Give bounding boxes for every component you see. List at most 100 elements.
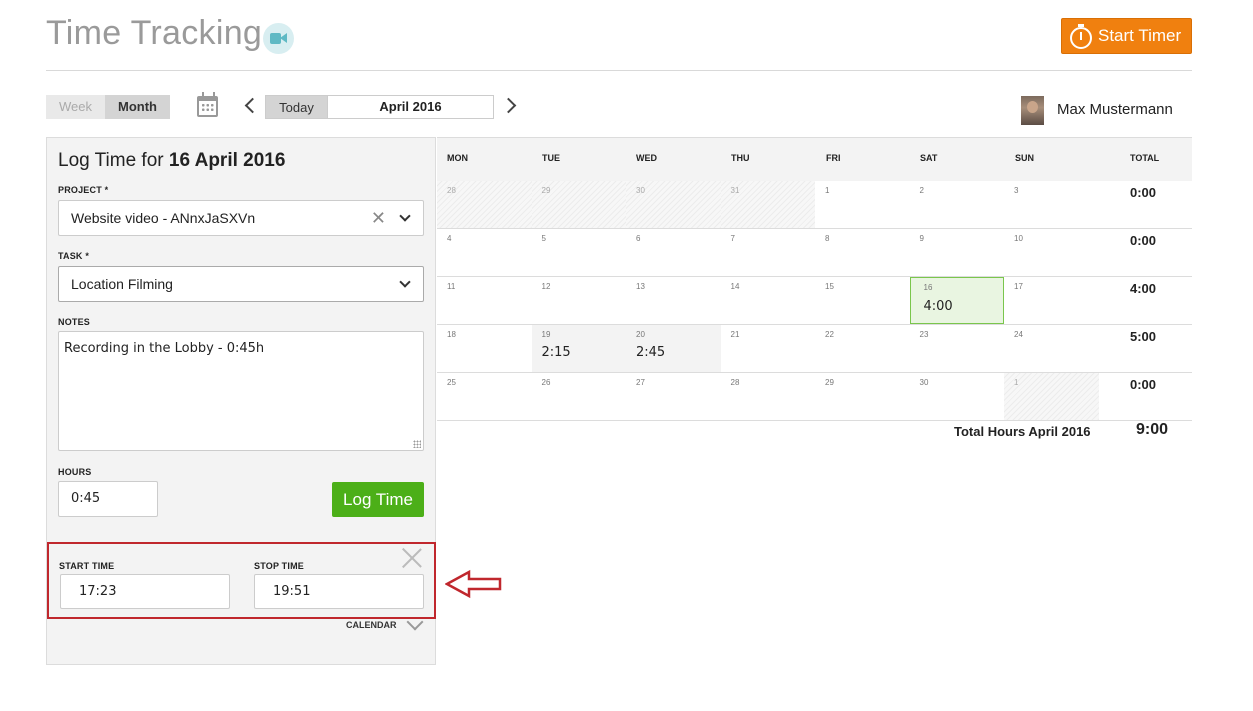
start-timer-button[interactable]: Start Timer [1061,18,1192,54]
view-week-button[interactable]: Week [46,95,105,119]
avatar[interactable] [1021,96,1044,125]
log-time-title-prefix: Log Time for [58,150,169,171]
calendar-week-row: 18 19 2:15 20 2:45 21 22 23 24 5:00 [437,325,1192,373]
calendar-week-row: 11 12 13 14 15 16 4:00 17 4:00 [437,277,1192,325]
calendar-day-cell[interactable]: 30 [910,373,1005,420]
calendar-day-cell[interactable]: 29 [531,181,626,228]
day-number: 21 [730,330,740,339]
chevron-left-icon[interactable] [243,96,261,116]
day-number: 30 [636,186,645,195]
day-number: 3 [1014,186,1019,195]
calendar-day-cell[interactable]: 25 [437,373,532,420]
calendar-day-cell[interactable]: 4 [437,229,532,276]
calendar-day-cell[interactable]: 3 [1004,181,1099,228]
calendar-day-cell[interactable]: 5 [532,229,627,276]
day-number: 6 [636,234,641,243]
week-total: 0:00 [1130,233,1157,248]
project-label: PROJECT * [58,185,109,195]
calendar-day-cell[interactable]: 8 [815,229,910,276]
hours-input[interactable]: 0:45 [58,481,158,517]
resize-grip-icon[interactable] [413,440,421,448]
day-number: 29 [825,378,834,387]
task-select[interactable]: Location Filming [58,266,424,302]
day-hours: 4:00 [923,299,953,314]
calendar-day-cell[interactable]: 22 [815,325,910,372]
stop-time-label: STOP TIME [254,561,304,571]
calendar-day-cell[interactable]: 18 [437,325,532,372]
calendar-day-cell[interactable]: 27 [626,373,721,420]
day-number: 18 [447,330,456,339]
today-button[interactable]: Today [265,95,328,119]
calendar-day-cell[interactable]: 12 [532,277,627,324]
close-icon[interactable] [401,547,423,569]
day-hours: 2:15 [541,345,571,360]
chevron-down-icon[interactable] [399,210,411,222]
day-number: 12 [541,282,551,291]
calendar-day-cell[interactable]: 29 [815,373,910,420]
calendar-day-cell[interactable]: 16 4:00 [909,277,1004,324]
start-time-input[interactable]: 17:23 [60,574,230,609]
calendar-day-cell[interactable]: 1 [815,181,910,228]
day-number: 15 [825,282,834,291]
calendar-day-cell[interactable]: 24 [1004,325,1099,372]
col-mon: MON [447,153,468,163]
calendar-day-cell[interactable]: 19 2:15 [531,325,626,372]
task-value: Location Filming [71,276,173,292]
view-month-button[interactable]: Month [105,95,170,119]
log-time-button[interactable]: Log Time [332,482,424,517]
chevron-down-icon[interactable] [399,276,411,288]
calendar-toggle-label: CALENDAR [346,620,397,630]
start-timer-label: Start Timer [1098,26,1182,45]
day-number: 24 [1014,330,1023,339]
calendar-day-cell[interactable]: 9 [910,229,1005,276]
calendar-day-cell[interactable]: 28 [721,373,816,420]
col-sun: SUN [1015,153,1035,163]
calendar-day-cell[interactable]: 13 [626,277,721,324]
calendar-day-cell[interactable]: 21 [721,325,816,372]
day-number: 14 [730,282,740,291]
calendar-week-row: 28 29 30 31 1 2 3 0:00 [437,181,1192,229]
col-tue: TUE [542,153,560,163]
calendar-day-cell[interactable]: 26 [532,373,627,420]
start-time-label: START TIME [59,561,115,571]
calendar-day-cell[interactable]: 14 [721,277,816,324]
calendar-day-cell[interactable]: 28 [437,181,532,228]
day-number: 2 [919,186,924,195]
calendar-day-cell[interactable]: 15 [815,277,910,324]
project-select[interactable]: Website video - ANnxJaSXVn ✕ [58,200,424,236]
calendar-day-cell[interactable]: 17 [1004,277,1099,324]
header-divider [46,70,1192,71]
day-number: 23 [919,330,929,339]
calendar-day-cell[interactable]: 31 [720,181,815,228]
week-total: 5:00 [1130,329,1157,344]
stop-time-input[interactable]: 19:51 [254,574,424,609]
clear-icon[interactable]: ✕ [371,201,386,235]
notes-textarea[interactable]: Recording in the Lobby - 0:45h [58,331,424,451]
col-fri: FRI [826,153,841,163]
calendar-day-cell[interactable]: 23 [910,325,1005,372]
video-icon[interactable] [263,23,294,54]
calendar-day-cell[interactable]: 1 [1004,373,1099,420]
calendar-day-cell[interactable]: 20 2:45 [626,325,721,372]
calendar-day-cell[interactable]: 10 [1004,229,1099,276]
calendar-day-cell[interactable]: 30 [626,181,721,228]
col-wed: WED [636,153,657,163]
col-total: TOTAL [1130,153,1160,163]
day-number: 28 [447,186,456,195]
calendar-week-row: 4 5 6 7 8 9 10 0:00 [437,229,1192,277]
user-name[interactable]: Max Mustermann [1057,101,1173,118]
calendar-day-cell[interactable]: 6 [626,229,721,276]
day-number: 11 [447,282,456,291]
day-number: 31 [730,186,740,195]
calendar-header: MON TUE WED THU FRI SAT SUN TOTAL [437,137,1192,181]
calendar-day-cell[interactable]: 11 [437,277,532,324]
chevron-right-icon[interactable] [500,96,517,116]
calendar-toggle[interactable]: CALENDAR [346,613,423,631]
day-number: 29 [541,186,551,195]
calendar-day-cell[interactable]: 2 [910,181,1005,228]
calendar-day-cell[interactable]: 7 [721,229,816,276]
day-number: 10 [1014,234,1023,243]
day-number: 7 [730,234,735,243]
calendar-icon[interactable] [197,92,218,117]
notes-label: NOTES [58,317,91,327]
